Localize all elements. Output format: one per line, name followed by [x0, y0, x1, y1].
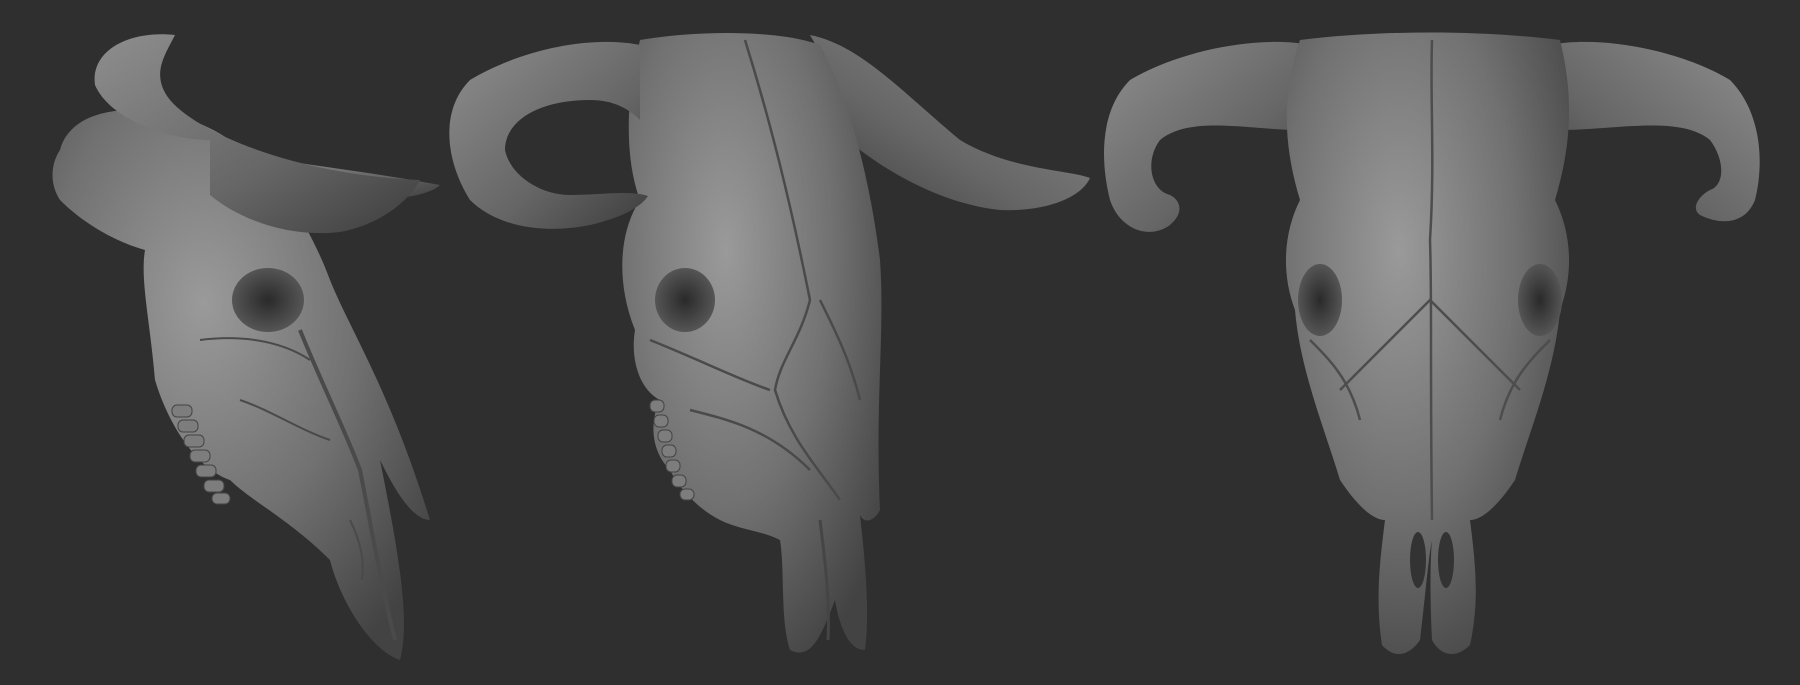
skull-side-view [449, 33, 1090, 653]
skull-front-view [1104, 32, 1760, 655]
nostril-right [1438, 532, 1454, 588]
nostril-left [1410, 532, 1426, 588]
eye-socket [232, 268, 304, 332]
skull-three-quarter-view [52, 34, 440, 660]
skull-body [622, 33, 882, 653]
eye-socket [655, 268, 715, 332]
horn-near [449, 41, 648, 229]
eye-socket-right [1518, 264, 1562, 336]
render-viewport [0, 0, 1800, 685]
skull-renders [52, 32, 1760, 660]
eye-socket-left [1298, 264, 1342, 336]
horn-right [1550, 41, 1760, 222]
skull-body [1285, 32, 1570, 655]
horn-left [1104, 41, 1310, 232]
